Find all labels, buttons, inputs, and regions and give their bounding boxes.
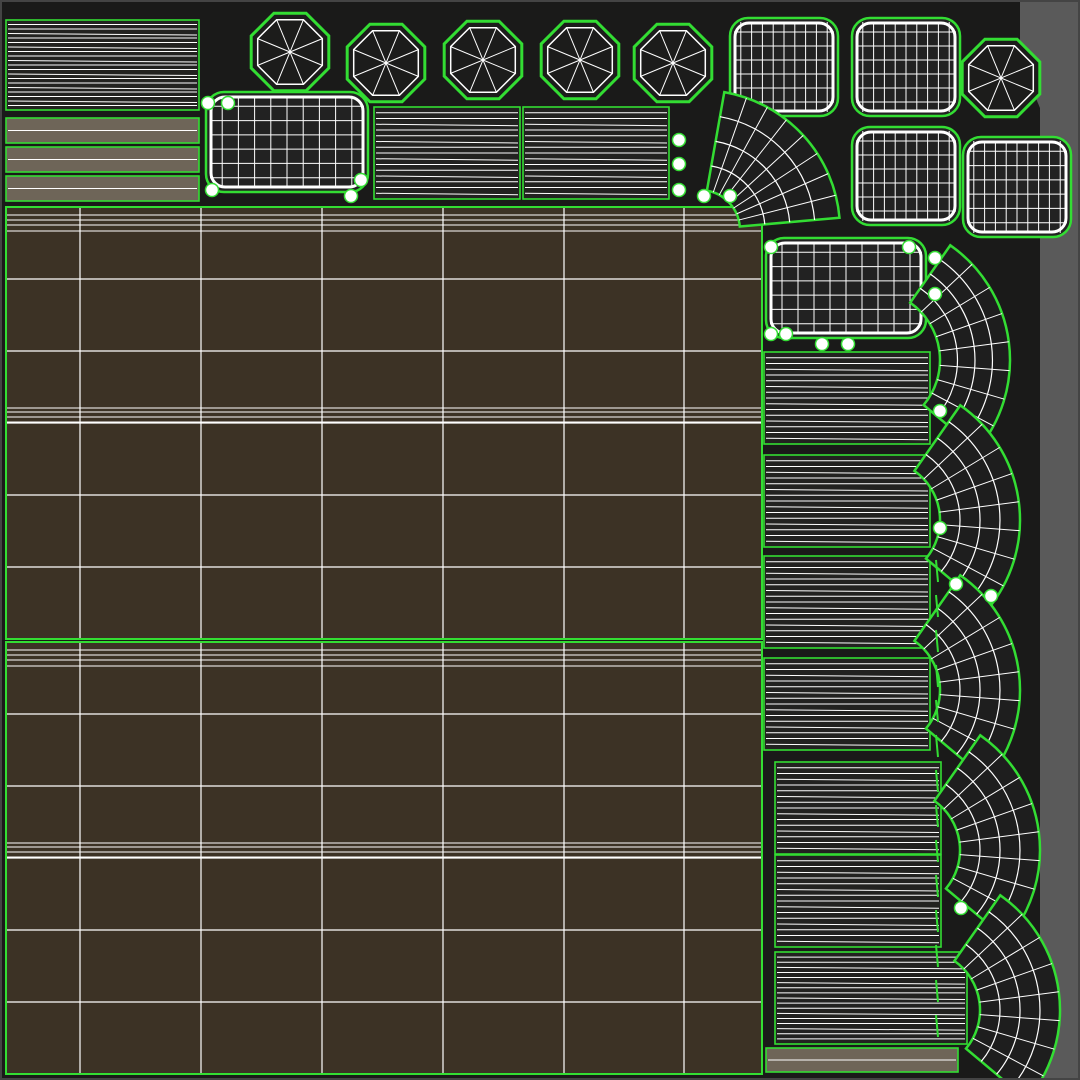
uv-dot: [927, 286, 943, 302]
plank-strip: [763, 454, 931, 548]
octagon-cap: [632, 22, 714, 104]
table-top-island: [5, 641, 763, 1075]
octagon-cap: [539, 19, 621, 101]
plank-strip: [774, 854, 942, 948]
octagon-cap: [960, 37, 1042, 119]
uv-dot: [343, 188, 359, 204]
uv-islands: [0, 0, 1080, 1080]
octagon-cap: [249, 11, 331, 93]
uv-layout-canvas[interactable]: [0, 0, 1080, 1080]
uv-dot: [763, 326, 779, 342]
uv-dot: [983, 588, 999, 604]
uv-dot: [220, 95, 236, 111]
plank-strip: [763, 351, 931, 445]
uv-dot: [763, 239, 779, 255]
uv-dot: [200, 95, 216, 111]
cushion-piece: [850, 16, 962, 118]
cushion-piece: [850, 125, 962, 227]
plank-strip: [765, 1047, 959, 1073]
plank-strip: [5, 146, 200, 173]
plank-strip: [522, 106, 670, 200]
uv-dot: [953, 900, 969, 916]
uv-dot: [932, 520, 948, 536]
uv-dot: [927, 250, 943, 266]
plank-strip: [763, 657, 931, 751]
octagon-cap: [442, 19, 524, 101]
plank-strip: [5, 19, 200, 111]
uv-dot: [696, 188, 712, 204]
uv-editor-viewport[interactable]: [0, 0, 1080, 1080]
cushion-piece: [764, 236, 928, 340]
uv-dot: [671, 156, 687, 172]
uv-dot: [671, 132, 687, 148]
plank-strip: [373, 106, 521, 200]
cushion-piece: [961, 135, 1073, 239]
uv-dot: [722, 188, 738, 204]
plank-strip: [763, 555, 931, 649]
octagon-cap: [345, 22, 427, 104]
uv-dot: [778, 326, 794, 342]
table-top-island: [5, 206, 763, 640]
uv-dot: [901, 239, 917, 255]
plank-strip: [774, 761, 942, 855]
plank-strip: [5, 117, 200, 144]
uv-dot: [671, 182, 687, 198]
plank-strip: [5, 175, 200, 202]
uv-dot: [948, 576, 964, 592]
uv-dot: [840, 336, 856, 352]
uv-dot: [353, 172, 369, 188]
uv-dot: [204, 182, 220, 198]
uv-dot: [932, 403, 948, 419]
uv-dot: [814, 336, 830, 352]
